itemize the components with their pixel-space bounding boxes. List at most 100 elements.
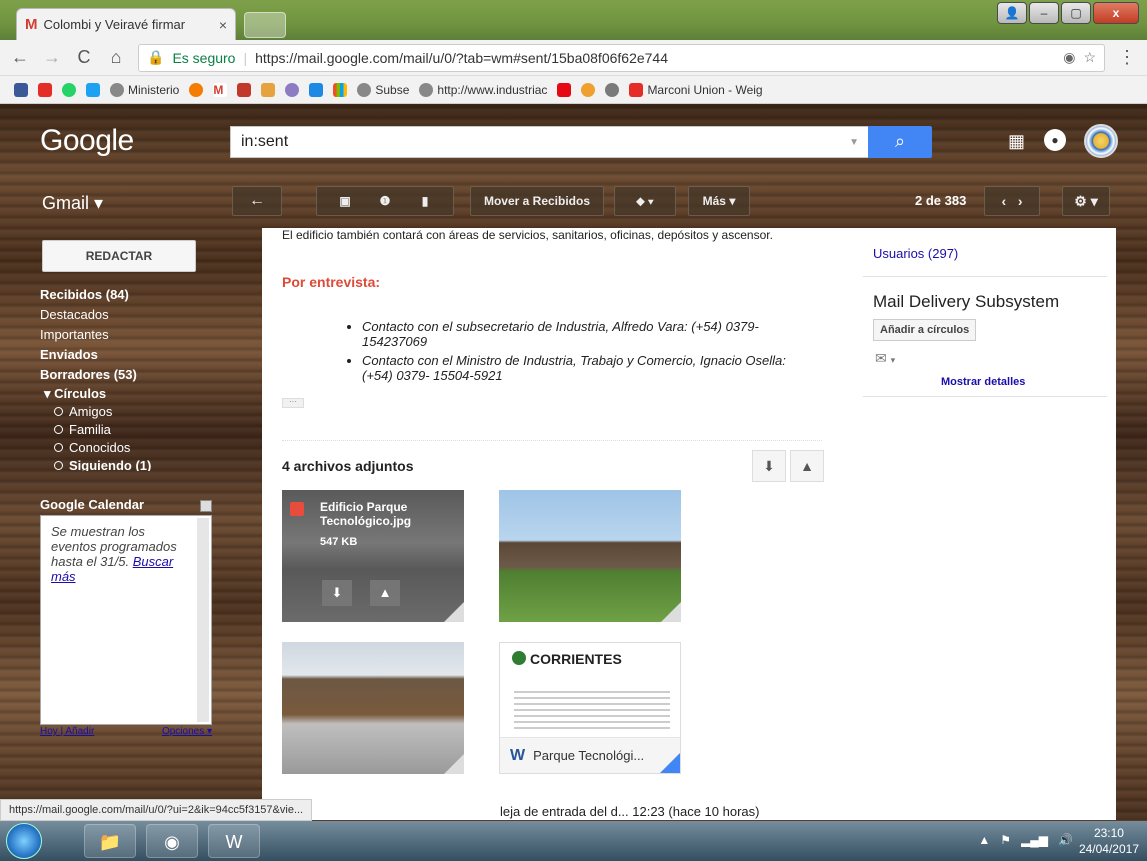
- gmail-menu[interactable]: Gmail ▾: [42, 193, 103, 214]
- twitter-icon[interactable]: [86, 82, 100, 97]
- seal-icon: [512, 651, 526, 665]
- circle-item[interactable]: Amigos: [40, 403, 210, 421]
- spam-icon[interactable]: ❶: [365, 187, 405, 215]
- close-window-button[interactable]: x: [1093, 2, 1139, 24]
- archive-icon[interactable]: ▣: [325, 187, 365, 215]
- network-icon[interactable]: ▂▄▆: [1021, 833, 1048, 847]
- sidebar-item-drafts[interactable]: Borradores (53): [40, 365, 210, 385]
- url-text[interactable]: https://mail.google.com/mail/u/0/?tab=wm…: [255, 50, 668, 66]
- show-trimmed-button[interactable]: ···: [282, 398, 304, 408]
- circle-item[interactable]: Conocidos: [40, 439, 210, 457]
- whatsapp-icon[interactable]: [62, 82, 76, 97]
- sidebar-item-important[interactable]: Importantes: [40, 325, 210, 345]
- search-options-icon[interactable]: ▼: [849, 137, 859, 148]
- labels-button[interactable]: ⬥ ▾: [614, 186, 676, 216]
- circle-item[interactable]: Siguiendo (1): [40, 457, 210, 471]
- move-to-inbox-button[interactable]: Mover a Recibidos: [470, 186, 604, 216]
- browser-tab[interactable]: M Colombi y Veiravé firmar ×: [16, 8, 236, 40]
- divider: [863, 396, 1107, 397]
- eye-icon[interactable]: ◉: [1063, 49, 1075, 66]
- previous-icon[interactable]: ‹: [1001, 193, 1006, 209]
- next-message-snippet[interactable]: leja de entrada del d... 12:23 (hace 10 …: [500, 804, 759, 819]
- gmail-bookmark-icon[interactable]: M: [213, 82, 228, 97]
- sidebar-circles[interactable]: ▾ Círculos: [40, 385, 210, 403]
- purple-icon[interactable]: [285, 82, 300, 97]
- flag-icon[interactable]: ⚑: [1000, 833, 1011, 847]
- menu-icon[interactable]: ⋮: [1117, 47, 1137, 68]
- volume-icon[interactable]: 🔊: [1058, 833, 1073, 847]
- download-attachment-icon[interactable]: ⬇: [322, 580, 352, 606]
- google-logo[interactable]: Google: [40, 124, 134, 158]
- search-button[interactable]: ⌕: [868, 126, 932, 158]
- calendar-scrollbar[interactable]: [197, 518, 209, 722]
- blue-x-icon[interactable]: [309, 82, 324, 97]
- minimize-gadget-button[interactable]: [200, 500, 212, 512]
- show-details-link[interactable]: Mostrar detalles: [941, 376, 1025, 388]
- next-icon[interactable]: ›: [1018, 193, 1023, 209]
- globe-icon[interactable]: [605, 82, 620, 97]
- calendar-options-link[interactable]: Opciones ▾: [162, 726, 212, 737]
- apps-grid-icon[interactable]: ▦: [1008, 131, 1025, 152]
- gear-site-icon[interactable]: [581, 82, 596, 97]
- sidebar-item-sent[interactable]: Enviados: [40, 345, 210, 365]
- circle-icon: [54, 443, 63, 452]
- youtube-icon[interactable]: [38, 82, 52, 97]
- trash-icon[interactable]: ▮: [405, 187, 445, 215]
- netflix-icon[interactable]: [557, 82, 572, 97]
- attachment-thumbnail[interactable]: [282, 642, 464, 774]
- start-button[interactable]: [6, 823, 42, 859]
- show-hidden-icon[interactable]: ▲: [978, 833, 990, 847]
- search-icon: ⌕: [894, 131, 906, 151]
- orange-site-icon[interactable]: [189, 82, 204, 97]
- home-icon[interactable]: ⌂: [106, 47, 126, 68]
- more-button[interactable]: Más ▾: [688, 186, 750, 216]
- address-bar-row: ← → C ⌂ 🔒 Es seguro | https://mail.googl…: [0, 40, 1147, 76]
- forward-icon[interactable]: →: [42, 47, 62, 68]
- clock[interactable]: 23:10 24/04/2017: [1079, 825, 1139, 857]
- microsoft-icon[interactable]: [333, 82, 348, 97]
- email-icon[interactable]: ✉ ▾: [875, 350, 895, 367]
- sidebar-item-inbox[interactable]: Recibidos (84): [40, 285, 210, 305]
- explorer-icon[interactable]: 📁: [84, 824, 136, 858]
- download-all-button[interactable]: ⬇: [752, 450, 786, 482]
- bookmark-ministerio[interactable]: Ministerio: [110, 82, 179, 97]
- compose-button[interactable]: REDACTAR: [42, 240, 196, 272]
- maximize-button[interactable]: ▢: [1061, 2, 1091, 24]
- avatar[interactable]: [1084, 124, 1118, 158]
- circle-item[interactable]: Familia: [40, 421, 210, 439]
- download-icon: ⬇: [763, 458, 775, 474]
- attachment-thumbnail[interactable]: [499, 490, 681, 622]
- chrome-icon[interactable]: ◉: [146, 824, 198, 858]
- attachment-thumbnail[interactable]: Edificio Parque Tecnológico.jpg 547 KB ⬇…: [282, 490, 464, 622]
- back-arrow-button[interactable]: ←: [232, 186, 282, 216]
- notifications-icon[interactable]: ●: [1044, 129, 1066, 151]
- attachment-thumbnail[interactable]: CORRIENTES W Parque Tecnológi...: [499, 642, 681, 774]
- new-tab-button[interactable]: [244, 12, 286, 38]
- search-input[interactable]: in:sent ▼: [230, 126, 870, 158]
- word-icon[interactable]: W: [208, 824, 260, 858]
- calendar-today-link[interactable]: Hoy | Añadir: [40, 726, 94, 737]
- pager-nav: ‹ ›: [984, 186, 1040, 216]
- drive-icon[interactable]: [261, 82, 276, 97]
- user-icon[interactable]: 👤: [997, 2, 1027, 24]
- drive-attachment-icon[interactable]: ▲: [370, 580, 400, 606]
- page-corner: [660, 753, 680, 773]
- save-to-drive-button[interactable]: ▲: [790, 450, 824, 482]
- bookmark-marconi[interactable]: Marconi Union - Weig: [629, 82, 763, 97]
- omnibox[interactable]: 🔒 Es seguro | https://mail.google.com/ma…: [138, 43, 1105, 72]
- settings-button[interactable]: ⚙ ▾: [1062, 186, 1110, 216]
- text-line: [514, 709, 670, 711]
- bookmark-subse[interactable]: Subse: [357, 82, 409, 97]
- add-to-circles-button[interactable]: Añadir a círculos: [873, 319, 977, 341]
- back-icon[interactable]: ←: [10, 47, 30, 68]
- star-icon[interactable]: ☆: [1083, 49, 1096, 66]
- minimize-button[interactable]: –: [1029, 2, 1059, 24]
- facebook-icon[interactable]: [14, 82, 28, 97]
- red-app-icon[interactable]: [237, 82, 252, 97]
- close-tab-icon[interactable]: ×: [219, 17, 227, 33]
- sidebar-item-starred[interactable]: Destacados: [40, 305, 210, 325]
- gear-icon: ⚙ ▾: [1074, 193, 1098, 209]
- bookmark-industria[interactable]: http://www.industriac: [419, 82, 547, 97]
- users-link[interactable]: Usuarios (297): [873, 246, 958, 261]
- reload-icon[interactable]: C: [74, 47, 94, 68]
